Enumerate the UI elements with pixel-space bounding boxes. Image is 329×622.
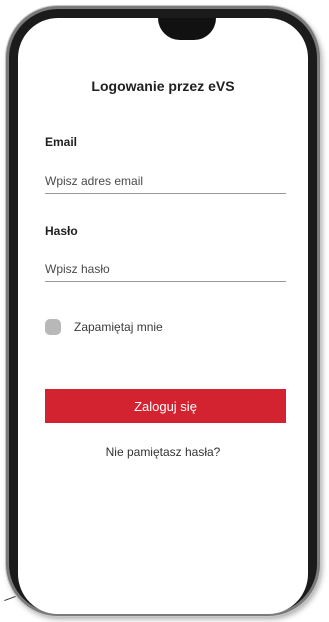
password-field[interactable] bbox=[45, 257, 286, 282]
remember-me-checkbox[interactable] bbox=[45, 319, 61, 335]
phone-mockup: Logowanie przez eVS Email Hasło Zapamięt… bbox=[0, 0, 329, 622]
decorative-stroke bbox=[4, 595, 16, 602]
page-title: Logowanie przez eVS bbox=[91, 78, 235, 94]
login-screen: Logowanie przez eVS Email Hasło Zapamięt… bbox=[18, 18, 308, 614]
camera-notch bbox=[158, 18, 216, 40]
remember-me-toggle[interactable]: Zapamiętaj mnie bbox=[45, 318, 163, 336]
login-button[interactable]: Zaloguj się bbox=[45, 389, 286, 423]
password-label: Hasło bbox=[45, 224, 78, 238]
remember-me-label: Zapamiętaj mnie bbox=[74, 320, 163, 334]
email-label: Email bbox=[45, 135, 78, 149]
forgot-password-link[interactable]: Nie pamiętasz hasła? bbox=[18, 445, 308, 459]
email-field[interactable] bbox=[45, 169, 286, 194]
